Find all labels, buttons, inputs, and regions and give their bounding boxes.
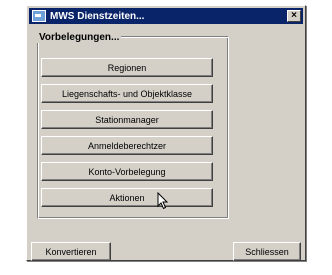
window-title: MWS Dienstzeiten...	[50, 10, 145, 22]
close-button[interactable]: ×	[287, 10, 301, 22]
regions-button[interactable]: Regionen	[41, 58, 213, 77]
account-defaults-button[interactable]: Konto-Vorbelegung	[41, 162, 213, 181]
title-bar[interactable]: MWS Dienstzeiten... ×	[29, 8, 303, 24]
property-object-class-button[interactable]: Liegenschafts- und Objektklasse	[41, 84, 213, 103]
app-window-icon	[32, 10, 46, 22]
actions-button[interactable]: Aktionen	[41, 188, 213, 207]
close-dialog-button[interactable]: Schliessen	[233, 242, 301, 261]
groupbox-label: Vorbelegungen...	[37, 32, 122, 43]
station-manager-button[interactable]: Stationmanager	[41, 110, 213, 129]
convert-button[interactable]: Konvertieren	[31, 242, 111, 261]
mouse-pointer-icon	[157, 192, 169, 210]
login-authorizer-button[interactable]: Anmeldeberechtzer	[41, 136, 213, 155]
dialog-window: MWS Dienstzeiten... × Vorbelegungen... R…	[26, 5, 306, 261]
